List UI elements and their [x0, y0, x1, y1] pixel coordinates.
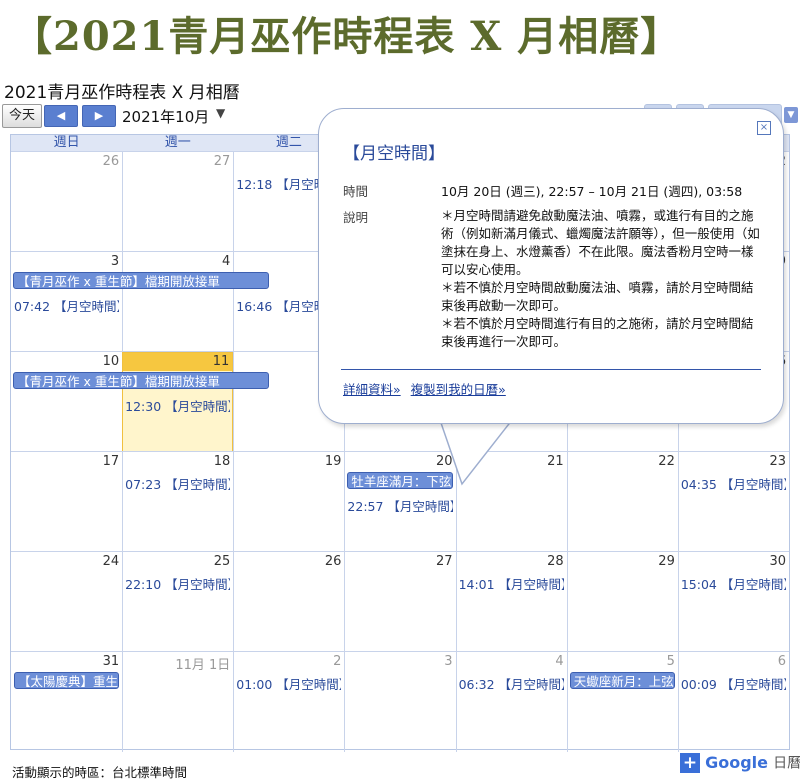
timezone-note: 活動顯示的時區：台北標準時間	[12, 765, 188, 780]
event-details-popup: × 【月空時間】 時間 10月 20日 (週三), 22:57 – 10月 21…	[318, 108, 784, 424]
details-link[interactable]: 詳細資料»	[343, 382, 401, 397]
popup-divider	[341, 369, 761, 370]
description-label: 說明	[343, 210, 369, 225]
copy-to-calendar-link[interactable]: 複製到我的日曆»	[411, 382, 506, 397]
description-line: ＊若不慎於月空時間進行有目的之施術，請於月空時間結束後再進行一次即可。	[441, 316, 754, 349]
time-label: 時間	[343, 184, 369, 199]
plus-icon: +	[680, 752, 700, 773]
time-value: 10月 20日 (週三), 22:57 – 10月 21日 (週四), 03:5…	[441, 184, 743, 199]
google-calendar-text: 日曆	[773, 755, 800, 772]
popup-links: 詳細資料» 複製到我的日曆»	[343, 379, 512, 398]
google-calendar-badge[interactable]: + Google 日曆	[680, 752, 800, 774]
description-text: ＊月空時間請避免啟動魔法油、噴霧，或進行有目的之施術（例如新滿月儀式、蠟燭魔法許…	[441, 207, 763, 351]
close-icon[interactable]: ×	[757, 121, 771, 135]
google-logo-text: Google	[705, 753, 768, 772]
popup-title: 【月空時間】	[343, 144, 445, 164]
description-line: ＊月空時間請避免啟動魔法油、噴霧，或進行有目的之施術（例如新滿月儀式、蠟燭魔法許…	[441, 208, 760, 277]
description-line: ＊若不慎於月空時間啟動魔法油、噴霧，請於月空時間結束後再啟動一次即可。	[441, 280, 754, 313]
